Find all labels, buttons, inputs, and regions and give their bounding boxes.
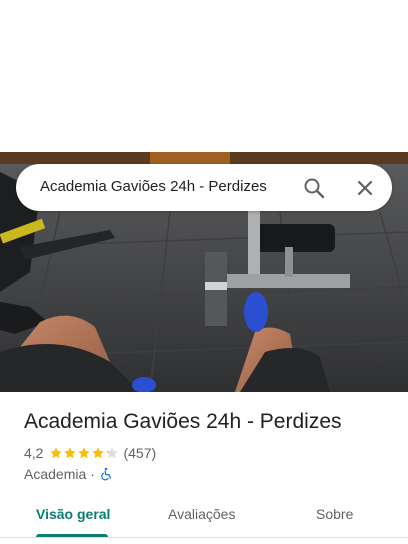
- review-count[interactable]: (457): [123, 445, 156, 461]
- star-icon: [106, 447, 119, 459]
- star-icon: [92, 447, 105, 459]
- place-title: Academia Gaviões 24h - Perdizes: [24, 410, 342, 433]
- search-bar[interactable]: Academia Gaviões 24h - Perdizes: [16, 164, 392, 211]
- place-tabs: Visão geral Avaliações Sobre: [0, 496, 408, 538]
- tab-about[interactable]: Sobre: [316, 506, 353, 522]
- wheelchair-icon: [99, 467, 113, 481]
- search-icon[interactable]: [302, 176, 326, 200]
- separator-dot: ·: [90, 466, 95, 482]
- tab-reviews[interactable]: Avaliações: [168, 506, 235, 522]
- star-icon: [50, 447, 63, 459]
- tabs-divider: [0, 537, 408, 538]
- tab-overview[interactable]: Visão geral: [36, 506, 110, 522]
- star-icon: [78, 447, 91, 459]
- search-input[interactable]: Academia Gaviões 24h - Perdizes: [40, 178, 267, 195]
- rating-value: 4,2: [24, 445, 44, 461]
- rating-row[interactable]: 4,2 (457): [24, 444, 156, 462]
- rating-stars: [49, 446, 119, 460]
- place-category: Academia: [24, 466, 87, 482]
- star-icon: [64, 447, 77, 459]
- close-icon[interactable]: [353, 176, 377, 200]
- category-row: Academia ·: [24, 465, 113, 483]
